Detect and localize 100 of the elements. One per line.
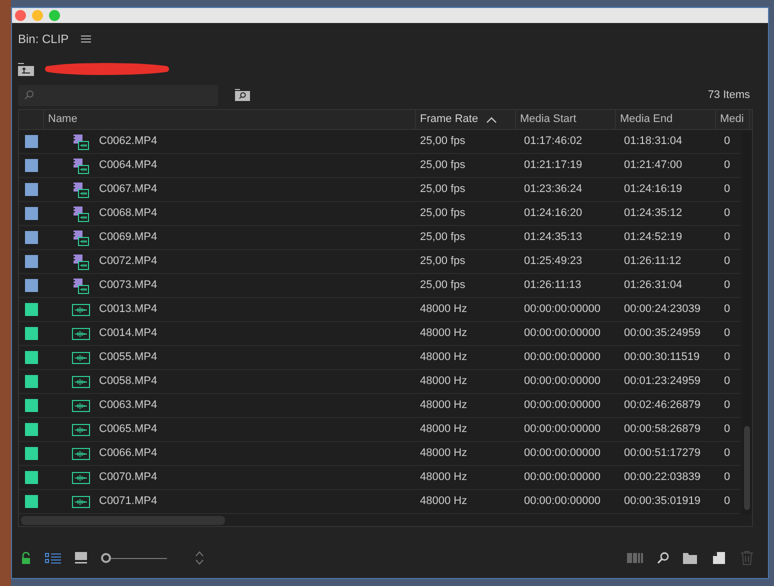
table-cell-text: 48000 Hz — [419, 302, 468, 318]
sort-ascending-icon — [486, 116, 498, 122]
search-icon[interactable] — [657, 552, 669, 564]
table-cell-text: 0 — [723, 254, 732, 270]
table-cell-text: 00:00:00:00000 — [523, 470, 602, 486]
table-cell-text: 01:26:31:04 — [623, 278, 684, 294]
table-cell-text: 25,00 fps — [419, 182, 466, 198]
table-cell-text: 48000 Hz — [419, 494, 468, 510]
table-cell-text: 0 — [723, 422, 732, 438]
table-cell-text: 00:00:35:01919 — [623, 494, 702, 510]
video-clip-icon — [73, 278, 89, 294]
sort-icon[interactable] — [195, 551, 204, 565]
audio-clip-icon — [72, 400, 90, 412]
scrollbar-thumb[interactable] — [744, 426, 750, 510]
table-cell-text: 0 — [723, 278, 732, 294]
search-field[interactable] — [18, 84, 218, 106]
clip-name: C0014.MP4 — [99, 326, 158, 342]
table-cell-text: 00:00:51:17279 — [623, 446, 702, 462]
search-icon — [24, 90, 34, 100]
audio-clip-icon — [72, 472, 90, 484]
zoom-slider[interactable] — [101, 552, 167, 564]
table-cell-text: 0 — [723, 230, 732, 246]
table-cell-text: 48000 Hz — [419, 374, 468, 390]
column-header[interactable]: Name — [44, 110, 416, 129]
clip-name: C0067.MP4 — [99, 182, 158, 198]
clip-name: C0013.MP4 — [99, 302, 158, 318]
menu-icon[interactable] — [80, 35, 91, 43]
table-cell-text: 0 — [723, 158, 732, 174]
table-cell-text: 00:00:00:00000 — [523, 422, 602, 438]
table-cell-text: 01:24:16:19 — [623, 182, 684, 198]
clip-name: C0071.MP4 — [99, 494, 158, 510]
audio-clip-icon — [72, 376, 90, 388]
storyboard-icon[interactable] — [627, 553, 643, 563]
panel-title: Bin: CLIP — [18, 31, 69, 48]
icon-view-icon[interactable] — [75, 552, 87, 564]
table-cell-text: 0 — [723, 374, 732, 390]
table-cell-text: 00:00:00:00000 — [523, 446, 602, 462]
list-view-icon[interactable] — [45, 552, 61, 564]
column-header[interactable]: Medi — [716, 110, 750, 129]
table-cell-text: 0 — [723, 470, 732, 486]
unlocked-padlock-icon[interactable] — [21, 552, 31, 564]
column-header[interactable]: Media End — [616, 110, 716, 129]
table-cell-text: 00:00:58:26879 — [623, 422, 702, 438]
table-cell-text: 01:21:47:00 — [623, 158, 684, 174]
parent-folder-icon[interactable] — [18, 62, 34, 76]
clip-name: C0065.MP4 — [99, 422, 158, 438]
clip-name: C0069.MP4 — [99, 230, 158, 246]
find-icon[interactable] — [235, 89, 250, 101]
table-cell-text: 00:02:46:26879 — [623, 398, 702, 414]
video-clip-icon — [73, 182, 89, 198]
table-cell-text: 00:00:00:00000 — [523, 326, 602, 342]
video-clip-icon — [73, 206, 89, 222]
clip-name: C0064.MP4 — [99, 158, 158, 174]
clip-name: C0063.MP4 — [99, 398, 158, 414]
table-cell-text: 25,00 fps — [419, 206, 466, 222]
table-cell-text: 0 — [723, 206, 732, 222]
column-header[interactable]: Frame Rate — [416, 110, 516, 129]
table-cell-text: 01:18:31:04 — [623, 134, 684, 150]
table-cell-text: 01:26:11:13 — [523, 278, 582, 294]
audio-clip-icon — [72, 328, 90, 340]
table-cell-text: 01:24:16:20 — [523, 206, 584, 222]
table-cell-text: 48000 Hz — [419, 350, 468, 366]
clip-name: C0072.MP4 — [99, 254, 158, 270]
table-cell-text: 00:00:00:00000 — [523, 494, 602, 510]
table-cell-text: 01:24:52:19 — [623, 230, 684, 246]
new-item-icon[interactable] — [713, 552, 725, 564]
table-cell-text: 01:26:11:12 — [623, 254, 682, 270]
table-cell-text: 00:00:00:00000 — [523, 350, 602, 366]
table-cell-text: 00:00:24:23039 — [623, 302, 702, 318]
table-cell-text: 00:00:00:00000 — [523, 302, 602, 318]
clip-name: C0062.MP4 — [99, 134, 158, 150]
table-cell-text: 25,00 fps — [419, 158, 466, 174]
audio-clip-icon — [72, 424, 90, 436]
table-cell-text: 48000 Hz — [419, 446, 468, 462]
table-cell-text: 0 — [723, 446, 732, 462]
column-header[interactable]: Media Start — [516, 110, 616, 129]
table-cell-text: 00:00:30:11519 — [623, 350, 701, 366]
audio-clip-icon — [72, 496, 90, 508]
video-clip-icon — [73, 230, 89, 246]
table-cell-text: 00:00:35:24959 — [623, 326, 702, 342]
table-cell-text: 0 — [723, 494, 732, 510]
clip-name: C0068.MP4 — [99, 206, 158, 222]
table-cell-text: 00:00:00:00000 — [523, 398, 602, 414]
folder-icon[interactable] — [683, 552, 697, 564]
table-cell-text: 25,00 fps — [419, 278, 466, 294]
table-cell-text: 01:24:35:12 — [623, 206, 684, 222]
video-clip-icon — [73, 158, 89, 174]
table-cell-text: 01:24:35:13 — [523, 230, 584, 246]
clip-name: C0066.MP4 — [99, 446, 158, 462]
table-cell-text: 25,00 fps — [419, 230, 466, 246]
close-button[interactable] — [15, 10, 26, 21]
table-cell-text: 48000 Hz — [419, 470, 468, 486]
table-cell-text: 48000 Hz — [419, 422, 468, 438]
table-cell-text: 48000 Hz — [419, 326, 468, 342]
clip-name: C0055.MP4 — [99, 350, 158, 366]
table-cell-text: 0 — [723, 134, 732, 150]
item-count: 73 Items — [708, 88, 750, 103]
clip-name: C0073.MP4 — [99, 278, 158, 294]
table-cell-text: 0 — [723, 302, 732, 318]
slider-thumb[interactable] — [101, 553, 111, 563]
